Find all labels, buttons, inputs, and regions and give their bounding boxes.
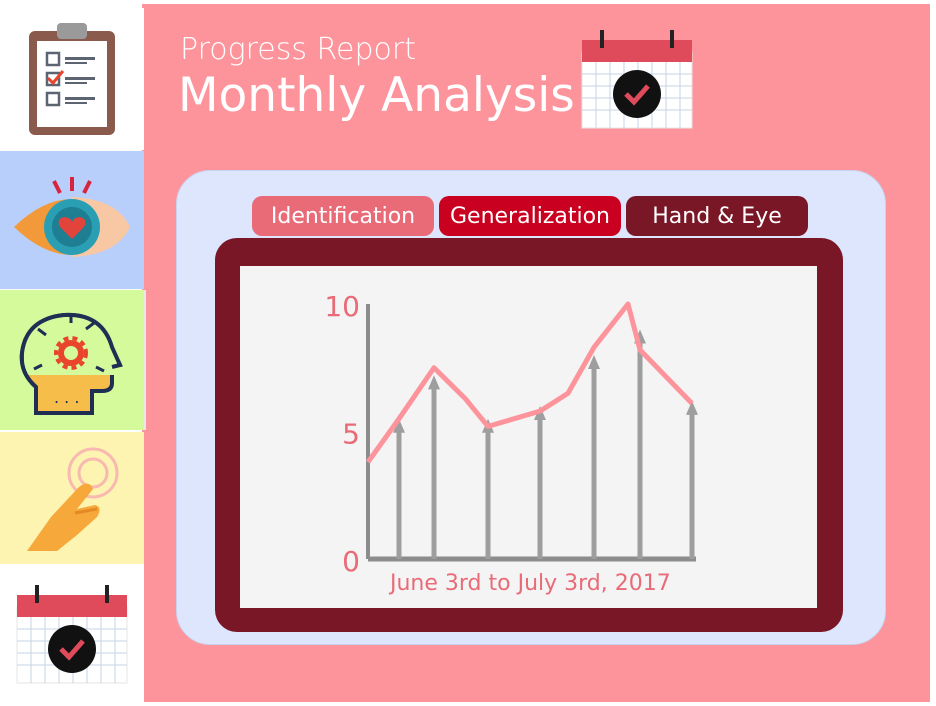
sidebar-item-checklist[interactable] (0, 8, 144, 150)
y-tick-label: 0 (342, 545, 360, 578)
eye-heart-icon (14, 177, 130, 257)
tab-identification[interactable]: Identification (252, 196, 434, 236)
svg-text:. . .: . . . (54, 388, 79, 407)
tab-generalization[interactable]: Generalization (439, 196, 621, 236)
clipboard-checklist-icon (29, 23, 115, 135)
line-chart: June 3rd to July 3rd, 2017 0 5 10 (324, 290, 698, 596)
calendar-check-icon (581, 30, 693, 129)
page-title: Monthly Analysis (178, 68, 575, 123)
tab-hand-eye[interactable]: Hand & Eye (626, 196, 808, 236)
series-line (365, 301, 694, 464)
sidebar-item-mind[interactable]: . . . (0, 290, 146, 430)
y-tick-label: 10 (324, 290, 360, 323)
sidebar-item-eye[interactable] (0, 151, 144, 289)
hand-touch-icon (27, 447, 119, 551)
sidebar: . . . (0, 4, 146, 706)
mind-gear-icon: . . . (19, 312, 123, 415)
calendar-check-icon (16, 585, 128, 684)
page-subtitle: Progress Report (180, 32, 416, 67)
sidebar-item-calendar[interactable] (0, 564, 144, 706)
y-tick-label: 5 (342, 418, 360, 451)
sidebar-item-touch[interactable] (0, 432, 144, 564)
x-axis-label: June 3rd to July 3rd, 2017 (388, 571, 671, 596)
